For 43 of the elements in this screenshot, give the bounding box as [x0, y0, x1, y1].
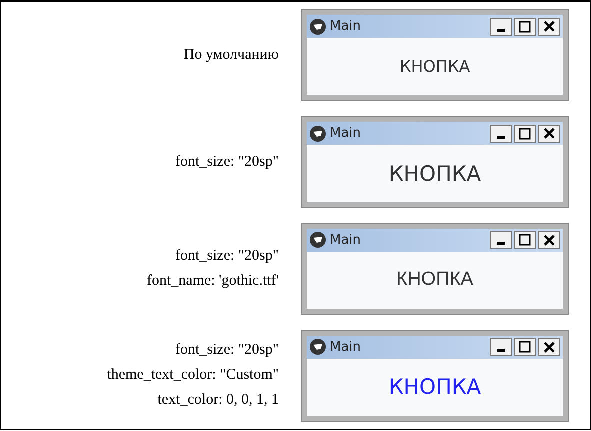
close-icon: [544, 342, 554, 353]
property-label: text_color: 0, 0, 1, 1: [158, 392, 279, 410]
property-label: theme_text_color: "Custom": [107, 367, 279, 384]
maximize-icon: [519, 234, 531, 246]
close-button[interactable]: [538, 124, 560, 143]
maximize-icon: [519, 341, 531, 354]
maximize-icon: [519, 20, 531, 33]
minimize-button[interactable]: [490, 124, 512, 143]
property-label: font_size: "20sp": [176, 154, 279, 171]
property-label: По умолчанию: [184, 46, 279, 64]
app-icon: [310, 18, 326, 35]
close-icon: [544, 21, 554, 32]
app-icon: [310, 232, 326, 248]
maximize-button[interactable]: [514, 18, 536, 36]
minimize-button[interactable]: [490, 338, 512, 356]
button-label[interactable]: КНОПКА: [400, 57, 470, 76]
window-title: Main: [330, 19, 362, 34]
window-title: Main: [330, 126, 362, 142]
property-label: font_size: "20sp": [176, 248, 279, 265]
maximize-icon: [519, 128, 531, 140]
button-label[interactable]: КНОПКА: [388, 375, 482, 400]
maximize-button[interactable]: [514, 338, 536, 356]
close-button[interactable]: [538, 18, 560, 36]
maximize-button[interactable]: [514, 124, 536, 143]
maximize-button[interactable]: [514, 231, 536, 250]
close-icon: [544, 234, 554, 246]
property-label: font_size: "20sp": [176, 342, 279, 360]
minimize-icon: [497, 349, 505, 352]
close-icon: [544, 128, 554, 140]
minimize-icon: [497, 28, 505, 32]
property-label: font_name: 'gothic.ttf': [146, 272, 279, 290]
app-icon: [310, 126, 326, 142]
minimize-icon: [497, 242, 505, 246]
minimize-icon: [497, 136, 505, 139]
window-title: Main: [330, 232, 362, 248]
close-button[interactable]: [538, 338, 560, 356]
minimize-button[interactable]: [490, 231, 512, 250]
window-title: Main: [330, 340, 362, 355]
button-label[interactable]: КНОПКА: [396, 269, 474, 292]
app-icon: [310, 339, 326, 356]
close-button[interactable]: [538, 231, 560, 250]
minimize-button[interactable]: [490, 18, 512, 36]
button-label[interactable]: КНОПКА: [388, 162, 482, 186]
